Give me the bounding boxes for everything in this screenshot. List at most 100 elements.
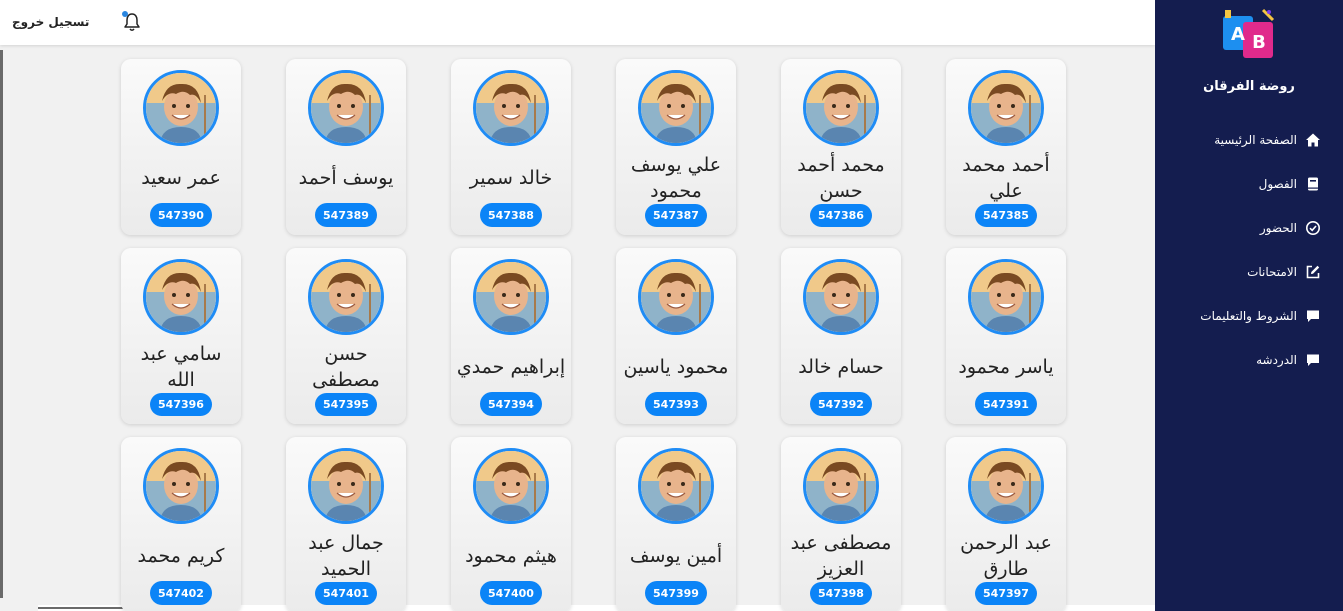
student-card[interactable]: أمين يوسف 547399 bbox=[616, 437, 736, 611]
top-bar: تسجيل خروج bbox=[0, 0, 1155, 45]
student-avatar bbox=[803, 448, 879, 524]
student-card[interactable]: ياسر محمود 547391 bbox=[946, 248, 1066, 424]
student-card[interactable]: جمال عبد الحميد 547401 bbox=[286, 437, 406, 611]
student-card[interactable]: محمود ياسين 547393 bbox=[616, 248, 736, 424]
sidebar-item-chat[interactable]: الدردشه bbox=[1151, 338, 1321, 382]
student-name: جمال عبد الحميد bbox=[308, 532, 384, 580]
student-card[interactable]: عمر سعيد 547390 bbox=[121, 59, 241, 235]
student-avatar bbox=[473, 259, 549, 335]
window-edge bbox=[0, 50, 3, 598]
logout-button[interactable]: تسجيل خروج bbox=[12, 15, 89, 29]
student-name: هيثم محمود bbox=[465, 544, 557, 567]
home-icon bbox=[1305, 132, 1321, 148]
student-avatar bbox=[803, 259, 879, 335]
student-code-badge: 547399 bbox=[645, 581, 707, 605]
student-avatar bbox=[143, 259, 219, 335]
student-avatar bbox=[308, 259, 384, 335]
sidebar-item-classes[interactable]: الفصول bbox=[1151, 162, 1321, 206]
student-name: عبد الرحمن طارق bbox=[960, 532, 1052, 580]
sidebar-item-home[interactable]: الصفحة الرئيسية bbox=[1151, 118, 1321, 162]
student-avatar bbox=[638, 259, 714, 335]
student-card[interactable]: عبد الرحمن طارق 547397 bbox=[946, 437, 1066, 611]
student-avatar bbox=[143, 448, 219, 524]
student-code-badge: 547391 bbox=[975, 392, 1037, 416]
student-card[interactable]: حسام خالد 547392 bbox=[781, 248, 901, 424]
student-name: عمر سعيد bbox=[141, 166, 221, 189]
sidebar-item-exams[interactable]: الامتحانات bbox=[1151, 250, 1321, 294]
student-code-badge: 547396 bbox=[150, 393, 212, 416]
student-code-badge: 547387 bbox=[645, 204, 707, 227]
student-name: مصطفى عبد العزيز bbox=[790, 532, 892, 580]
notification-dot bbox=[122, 11, 128, 17]
student-avatar bbox=[308, 70, 384, 146]
student-code-badge: 547390 bbox=[150, 203, 212, 227]
student-avatar bbox=[473, 448, 549, 524]
ab-logo-icon: A B bbox=[1219, 6, 1279, 62]
student-avatar bbox=[968, 259, 1044, 335]
sidebar-item-label: الامتحانات bbox=[1247, 265, 1297, 279]
student-avatar bbox=[803, 70, 879, 146]
student-name: خالد سمير bbox=[469, 166, 553, 189]
student-card[interactable]: هيثم محمود 547400 bbox=[451, 437, 571, 611]
student-name: محمد أحمد حسن bbox=[797, 154, 885, 202]
comment-icon bbox=[1305, 308, 1321, 324]
student-card[interactable]: يوسف أحمد 547389 bbox=[286, 59, 406, 235]
student-avatar bbox=[473, 70, 549, 146]
student-card[interactable]: أحمد محمد علي 547385 bbox=[946, 59, 1066, 235]
student-code-badge: 547402 bbox=[150, 581, 212, 605]
student-name: علي يوسف محمود bbox=[630, 154, 722, 202]
student-avatar bbox=[968, 70, 1044, 146]
student-avatar bbox=[143, 70, 219, 146]
student-code-badge: 547389 bbox=[315, 203, 377, 227]
student-code-badge: 547395 bbox=[315, 393, 377, 416]
student-code-badge: 547394 bbox=[480, 392, 542, 416]
students-grid: أحمد محمد علي 547385 محمد أحمد حسن 54738… bbox=[120, 59, 1066, 611]
notifications-bell-icon[interactable] bbox=[122, 11, 142, 33]
edit-icon bbox=[1305, 264, 1321, 280]
check-circle-icon bbox=[1305, 220, 1321, 236]
student-name: سامي عبد الله bbox=[140, 343, 222, 391]
student-card[interactable]: سامي عبد الله 547396 bbox=[121, 248, 241, 424]
student-code-badge: 547401 bbox=[315, 582, 377, 605]
student-code-badge: 547400 bbox=[480, 581, 542, 605]
chat-icon bbox=[1305, 352, 1321, 368]
sidebar-item-label: الدردشه bbox=[1256, 353, 1297, 367]
book-icon bbox=[1305, 176, 1321, 192]
student-avatar bbox=[308, 448, 384, 524]
student-name: حسن مصطفى bbox=[312, 343, 380, 391]
sidebar-item-attendance[interactable]: الحضور bbox=[1151, 206, 1321, 250]
student-code-badge: 547393 bbox=[645, 392, 707, 416]
student-avatar bbox=[638, 70, 714, 146]
student-name: ياسر محمود bbox=[958, 355, 1054, 378]
student-avatar bbox=[638, 448, 714, 524]
student-name: حسام خالد bbox=[798, 355, 884, 378]
sidebar-item-label: الحضور bbox=[1259, 221, 1297, 235]
student-code-badge: 547388 bbox=[480, 203, 542, 227]
student-avatar bbox=[968, 448, 1044, 524]
student-card[interactable]: كريم محمد 547402 bbox=[121, 437, 241, 611]
student-name: إبراهيم حمدي bbox=[456, 355, 566, 378]
student-card[interactable]: إبراهيم حمدي 547394 bbox=[451, 248, 571, 424]
student-card[interactable]: خالد سمير 547388 bbox=[451, 59, 571, 235]
sidebar-item-label: الشروط والتعليمات bbox=[1200, 309, 1297, 323]
student-card[interactable]: علي يوسف محمود 547387 bbox=[616, 59, 736, 235]
student-code-badge: 547385 bbox=[975, 204, 1037, 227]
svg-text:A: A bbox=[1231, 24, 1245, 45]
student-code-badge: 547397 bbox=[975, 582, 1037, 605]
student-name: أحمد محمد علي bbox=[962, 154, 1050, 202]
student-code-badge: 547392 bbox=[810, 392, 872, 416]
sidebar-item-terms[interactable]: الشروط والتعليمات bbox=[1151, 294, 1321, 338]
student-name: كريم محمد bbox=[137, 544, 225, 567]
student-card[interactable]: محمد أحمد حسن 547386 bbox=[781, 59, 901, 235]
school-name: روضة الفرقان bbox=[1203, 79, 1295, 94]
student-name: محمود ياسين bbox=[623, 355, 729, 378]
sidebar-item-label: الصفحة الرئيسية bbox=[1214, 133, 1297, 147]
student-card[interactable]: مصطفى عبد العزيز 547398 bbox=[781, 437, 901, 611]
student-name: أمين يوسف bbox=[629, 544, 723, 567]
sidebar: A B روضة الفرقان الصفحة الرئيسية الفصول … bbox=[1155, 0, 1343, 611]
svg-text:B: B bbox=[1252, 32, 1266, 53]
sidebar-nav: الصفحة الرئيسية الفصول الحضور الامتحانات… bbox=[1151, 118, 1321, 382]
sidebar-item-label: الفصول bbox=[1258, 177, 1297, 191]
student-name: يوسف أحمد bbox=[298, 166, 394, 189]
student-card[interactable]: حسن مصطفى 547395 bbox=[286, 248, 406, 424]
